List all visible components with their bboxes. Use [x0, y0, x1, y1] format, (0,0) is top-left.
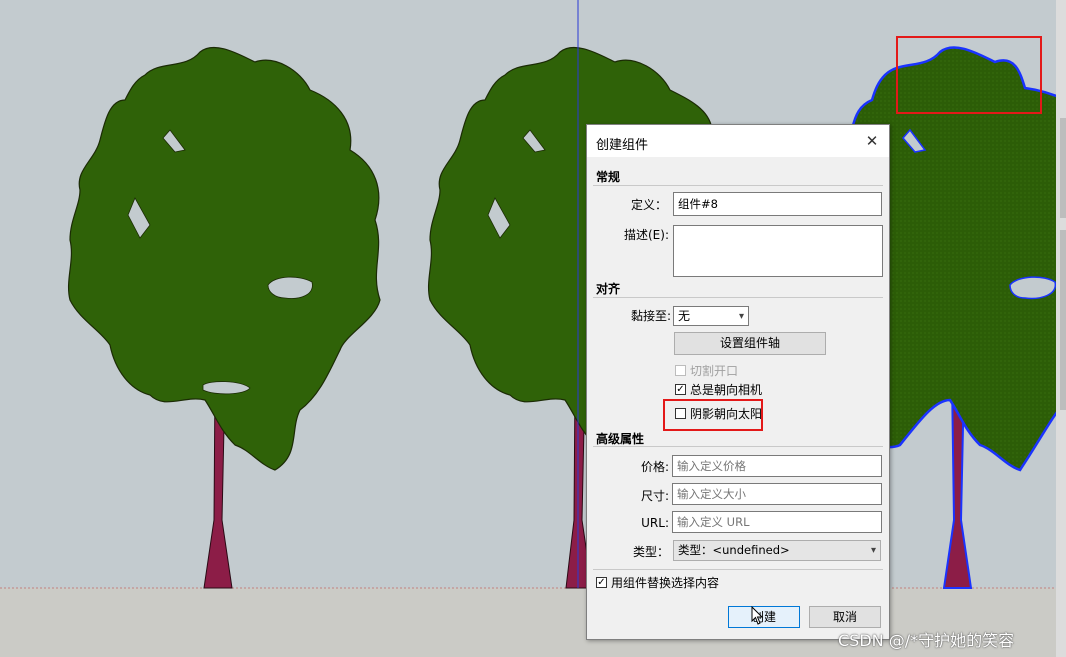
price-label: 价格: [640, 460, 669, 474]
chevron-down-icon: ▾ [738, 311, 744, 322]
alignment-heading: 对齐 [596, 282, 621, 296]
general-heading: 常规 [596, 170, 621, 184]
tree-3-gap [1009, 276, 1056, 300]
close-icon: ✕ [865, 132, 879, 150]
replace-selection-label: 用组件替换选择内容 [611, 576, 720, 590]
advanced-separator [593, 446, 883, 447]
replace-selection-box: ✓ [596, 577, 607, 588]
always-face-camera-label: 总是朝向相机 [690, 383, 763, 397]
right-panel-tab[interactable] [1060, 230, 1066, 410]
advanced-heading: 高级属性 [596, 432, 645, 446]
url-input[interactable] [672, 511, 882, 533]
replace-selection-checkbox[interactable]: ✓ 用组件替换选择内容 [596, 574, 719, 591]
set-component-axes-button[interactable]: 设置组件轴 [674, 332, 826, 355]
highlight-box-tree-top [896, 36, 1042, 114]
glue-to-select[interactable]: 无 ▾ [673, 306, 749, 326]
type-select[interactable]: 类型：<undefined> ▾ [673, 540, 881, 561]
always-face-camera-box: ✓ [675, 384, 686, 395]
bottom-separator [593, 569, 883, 570]
general-separator [593, 185, 883, 186]
type-label: 类型： [632, 545, 669, 559]
highlight-box-shadows-checkbox [663, 399, 763, 431]
dialog-title: 创建组件 [596, 138, 649, 153]
cut-opening-checkbox[interactable]: 切割开口 [675, 362, 738, 379]
dialog-titlebar[interactable]: 创建组件 ✕ [587, 125, 889, 157]
tree-1-gap [267, 276, 313, 299]
url-label: URL: [641, 516, 669, 530]
create-component-dialog: 创建组件 ✕ 常规 定义： 描述(E): 对齐 黏接至: 无 ▾ 设置组件轴 切… [586, 124, 890, 640]
glue-to-label: 黏接至: [630, 309, 671, 323]
description-textarea[interactable] [673, 225, 883, 277]
close-button[interactable]: ✕ [855, 125, 889, 157]
glue-to-value: 无 [678, 309, 691, 323]
size-input[interactable] [672, 483, 882, 505]
chevron-down-icon: ▾ [870, 545, 876, 556]
definition-input[interactable] [673, 192, 882, 216]
cut-opening-label: 切割开口 [690, 364, 739, 378]
description-label: 描述(E): [624, 228, 669, 242]
checkmark-icon: ✓ [676, 383, 685, 395]
always-face-camera-checkbox[interactable]: ✓ 总是朝向相机 [675, 381, 762, 398]
right-panel-tab[interactable] [1060, 118, 1066, 218]
type-value: 类型：<undefined> [678, 543, 790, 557]
cancel-button[interactable]: 取消 [809, 606, 881, 628]
checkmark-icon: ✓ [597, 576, 606, 588]
alignment-separator [593, 297, 883, 298]
definition-label: 定义： [630, 198, 667, 212]
cut-opening-box [675, 365, 686, 376]
size-label: 尺寸: [640, 489, 669, 503]
price-input[interactable] [672, 455, 882, 477]
csdn-watermark: CSDN @/*守护她的笑容 [838, 631, 1015, 650]
mouse-cursor-icon [751, 606, 764, 625]
